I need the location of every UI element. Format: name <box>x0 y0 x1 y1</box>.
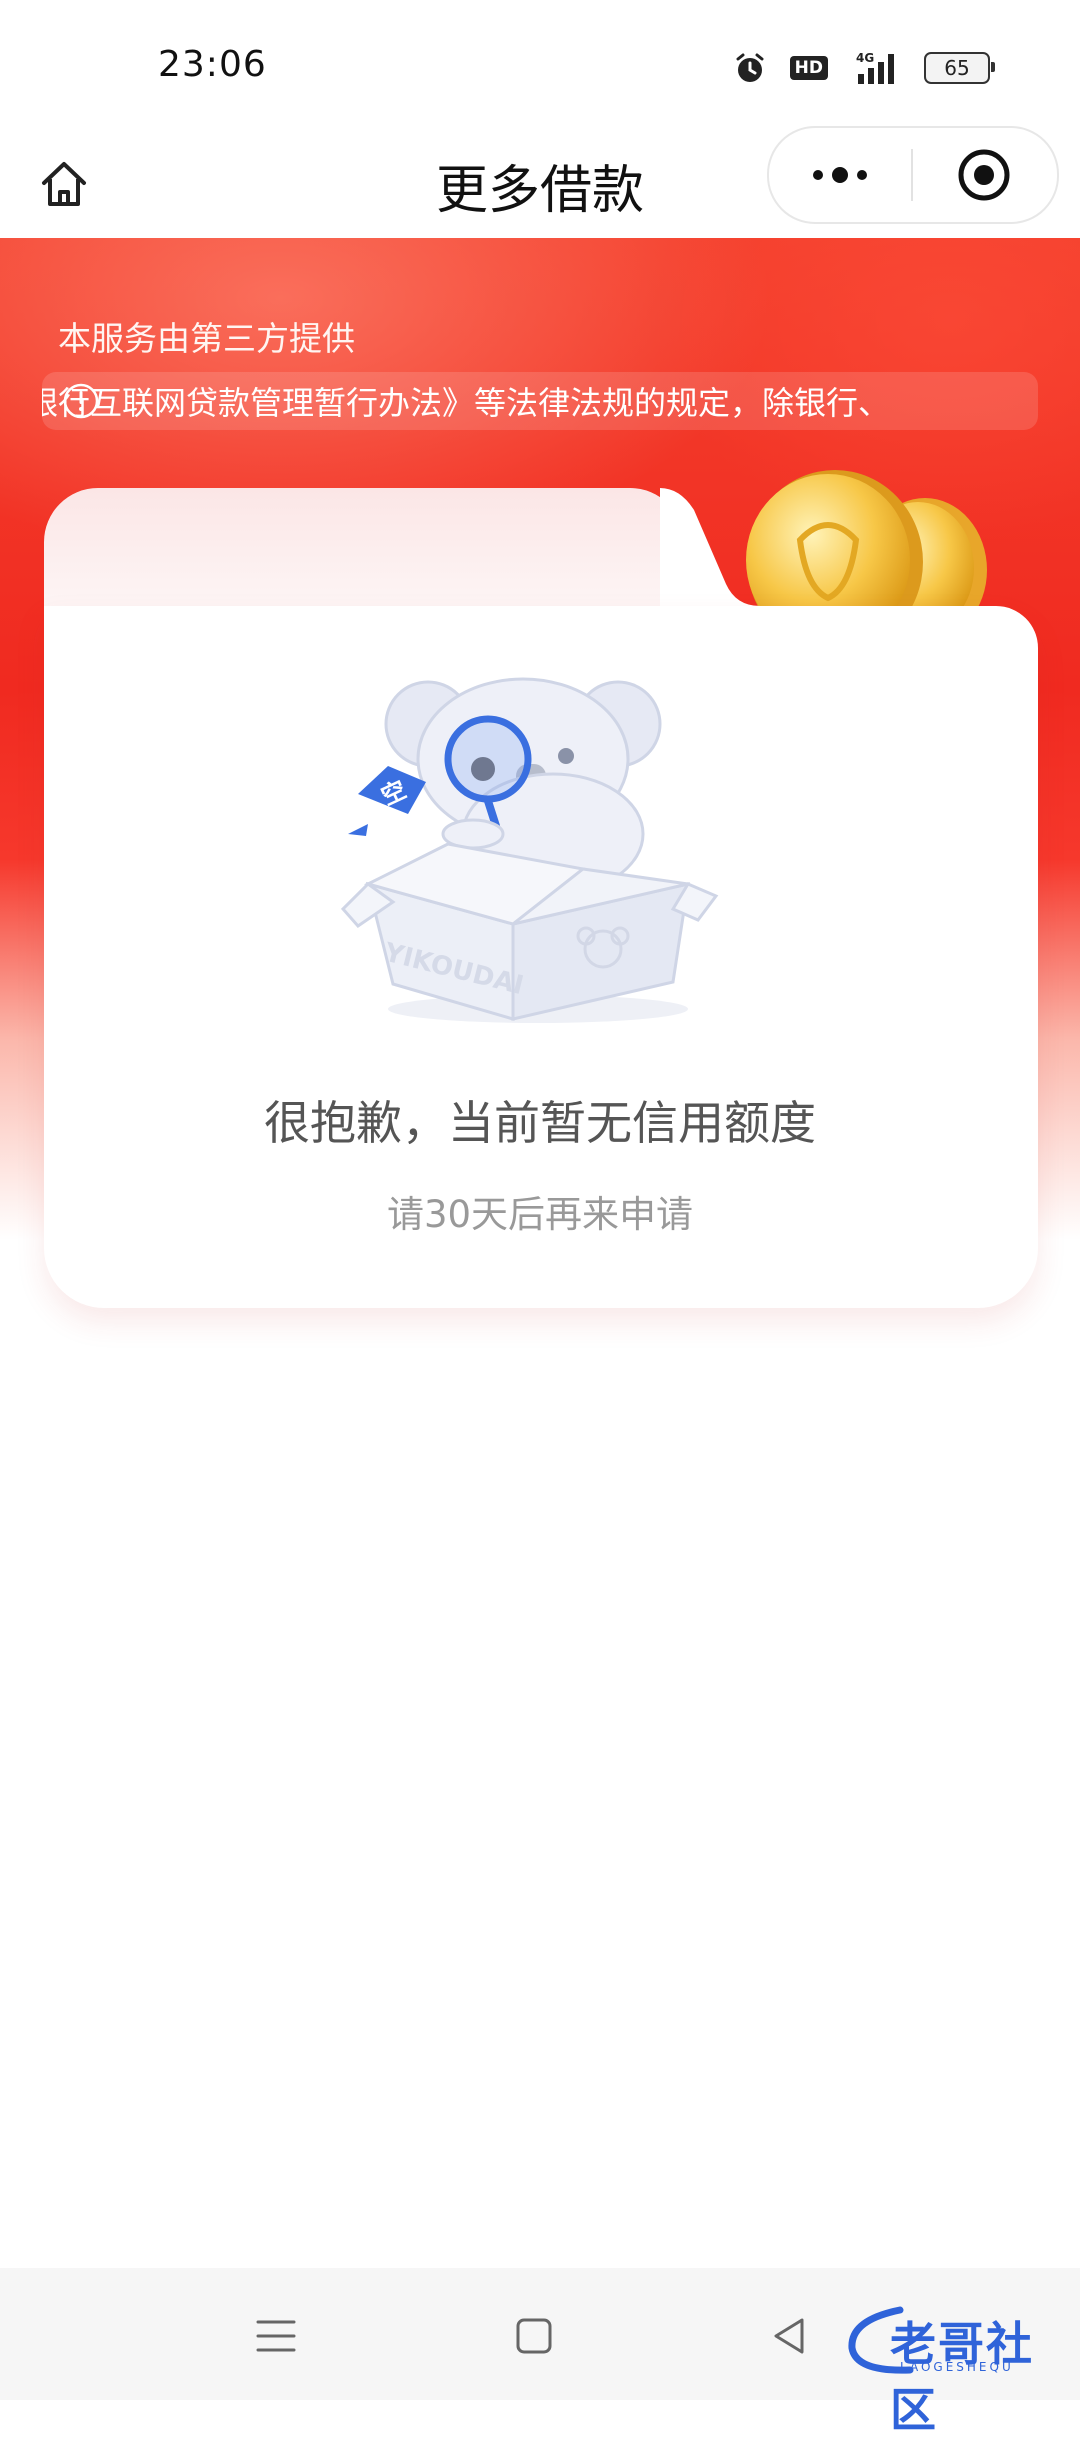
watermark-logo: 老哥社区 LAOGESHEQU <box>840 2300 1070 2437</box>
alarm-icon <box>736 53 764 82</box>
close-circle-icon <box>958 149 1010 201</box>
status-time: 23:06 <box>158 44 267 85</box>
close-button[interactable] <box>913 128 1055 222</box>
notice-marquee[interactable]: 《商业银行互联网贷款管理暂行办法》等法律法规的规定，除银行、 <box>42 372 1038 430</box>
home-nav-button[interactable] <box>506 2308 562 2364</box>
status-icons: HD 4G 65 <box>732 48 995 88</box>
more-button[interactable] <box>769 128 911 222</box>
network-label: 4G <box>856 51 874 65</box>
back-icon <box>774 2318 804 2354</box>
watermark-subtext: LAOGESHEQU <box>900 2360 1014 2374</box>
mini-program-capsule <box>767 126 1059 224</box>
third-party-disclaimer: 本服务由第三方提供 <box>58 319 355 358</box>
battery-indicator: 65 <box>924 52 995 84</box>
back-button[interactable] <box>762 2308 818 2364</box>
hd-badge: HD <box>789 56 828 80</box>
signal-icon: 4G <box>856 51 894 84</box>
home-square-icon <box>516 2318 552 2354</box>
menu-icon <box>256 2320 296 2352</box>
empty-state-subtitle: 请30天后再来申请 <box>386 1193 694 1236</box>
battery-level: 65 <box>944 56 970 80</box>
status-bar: 23:06 HD 4G 65 <box>0 0 1080 130</box>
watermark-text: 老哥社区 <box>890 2317 1034 2437</box>
koala-empty-illustration: 空 YIKOUDAI <box>340 677 719 1023</box>
empty-state-title: 很抱歉，当前暂无信用额度 <box>264 1096 816 1150</box>
card-tab-slope <box>660 488 780 608</box>
more-dots-icon <box>813 167 867 183</box>
recent-apps-button[interactable] <box>248 2308 304 2364</box>
notice-text: 《商业银行互联网贷款管理暂行办法》等法律法规的规定，除银行、 <box>42 384 891 422</box>
